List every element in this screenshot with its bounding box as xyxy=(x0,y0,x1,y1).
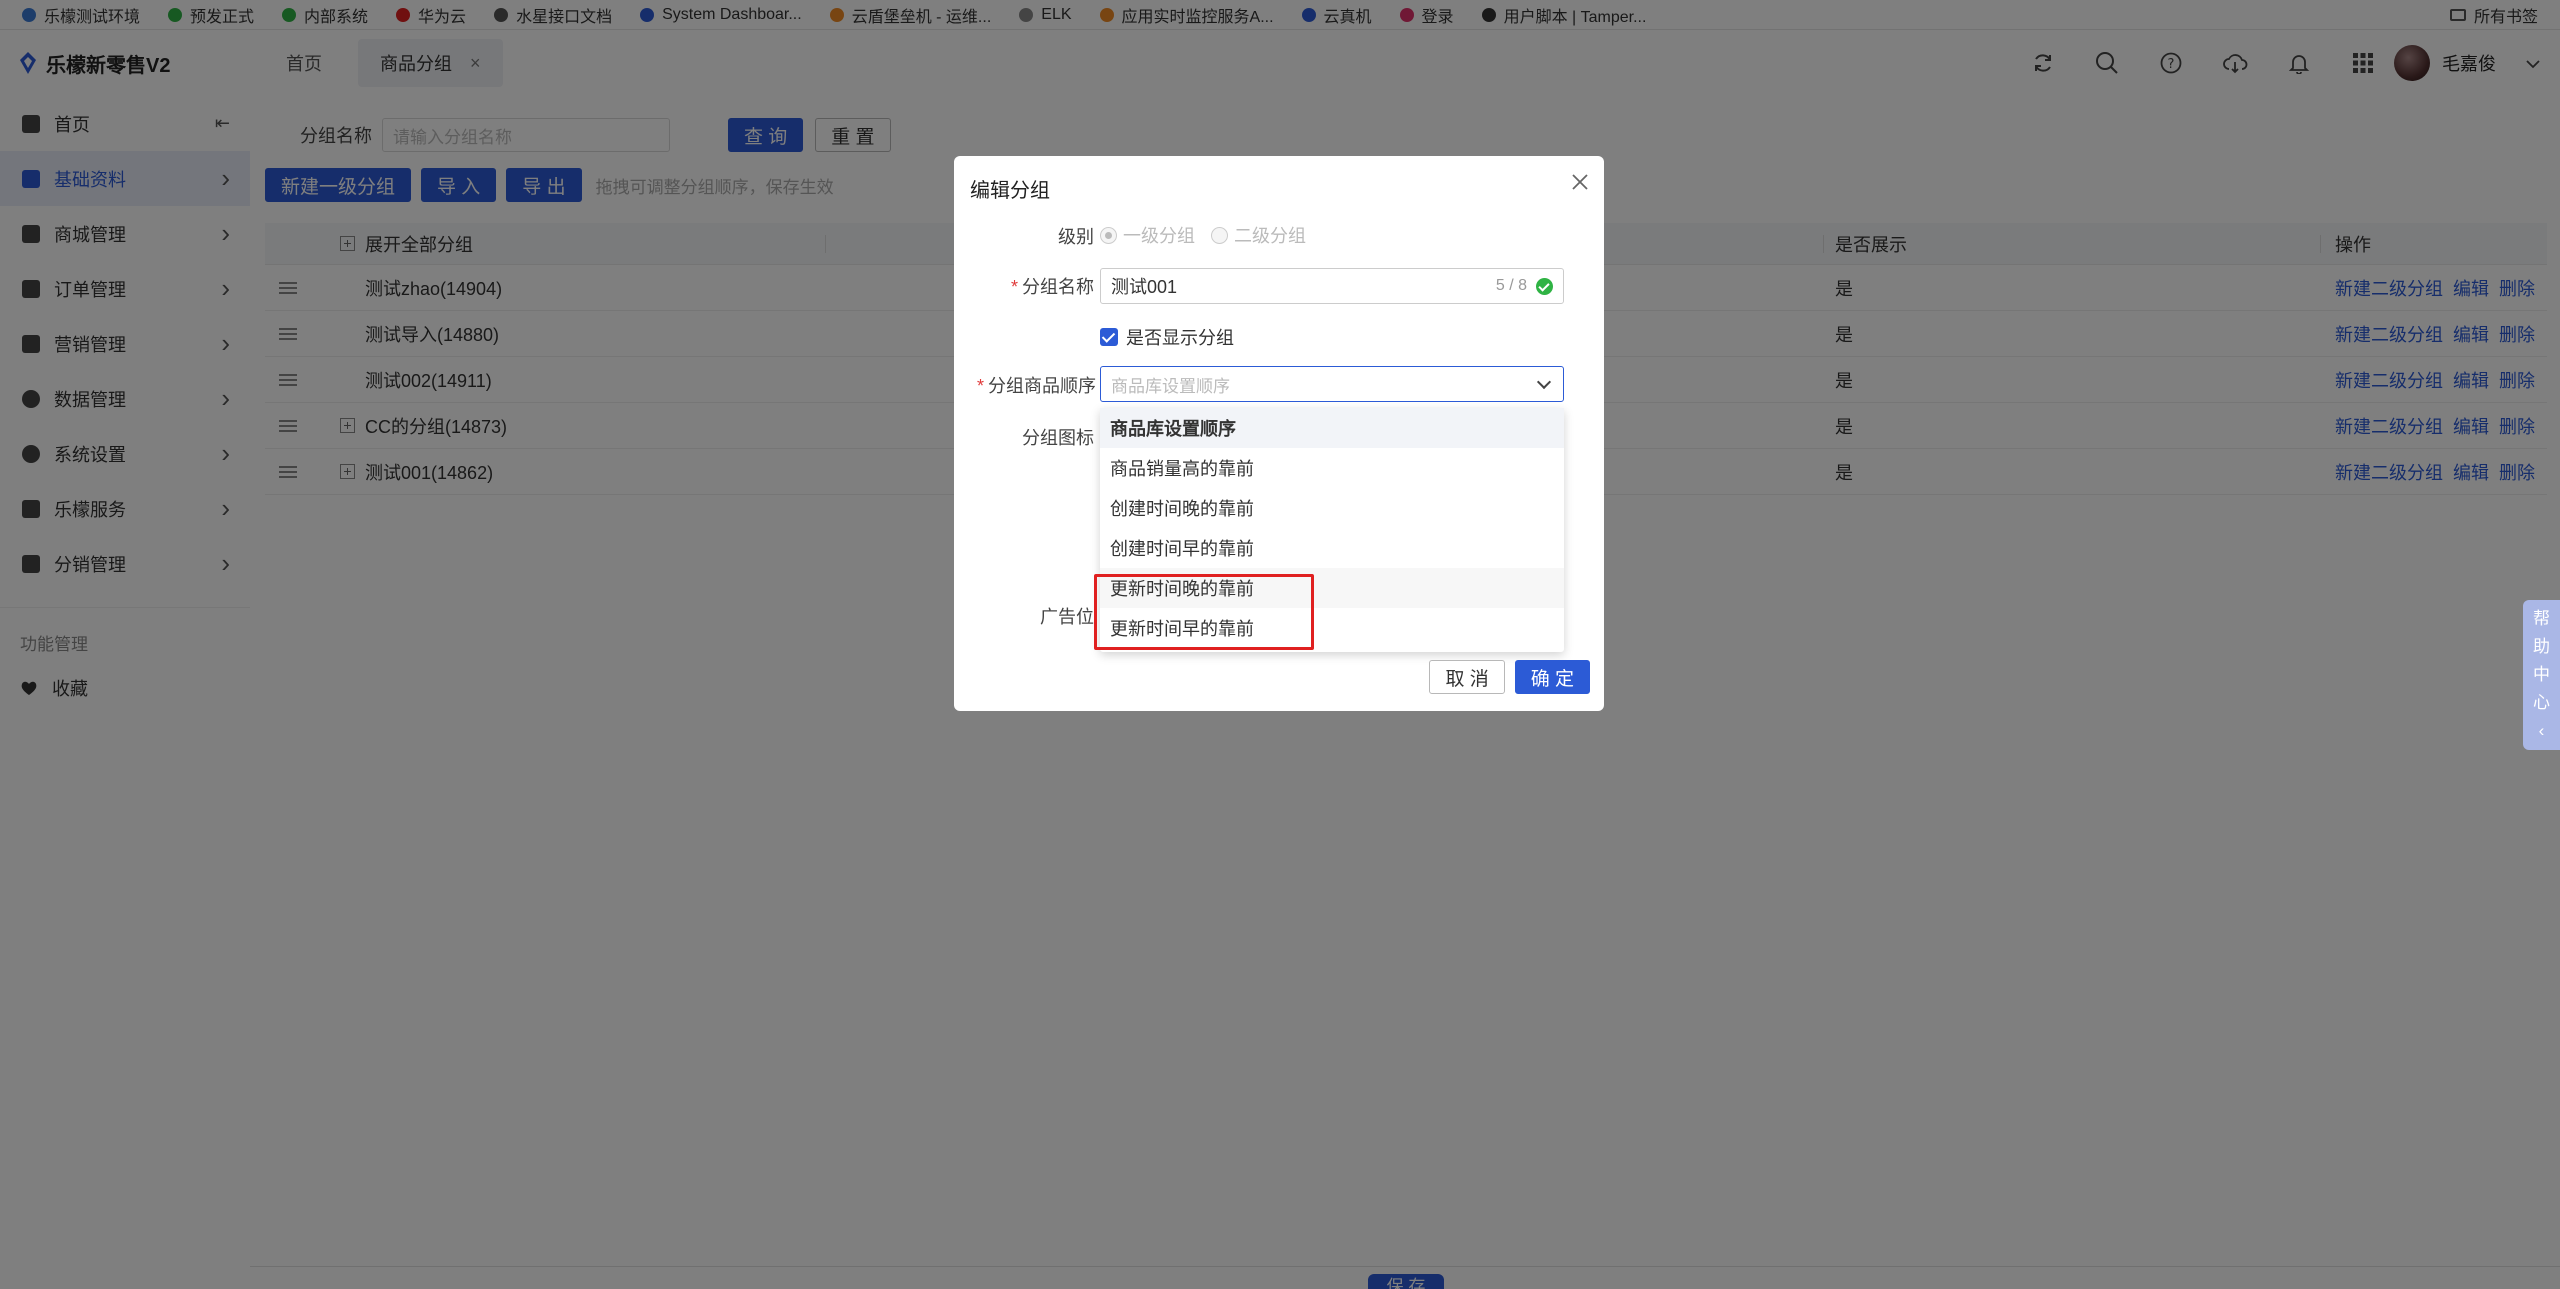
order-option[interactable]: 商品库设置顺序 xyxy=(1100,408,1564,448)
help-char: 助 xyxy=(2533,637,2550,656)
highlight-annotation xyxy=(1094,574,1314,650)
chevron-down-icon xyxy=(1536,374,1552,390)
help-center-tab[interactable]: 帮助中心 ‹ xyxy=(2523,600,2560,750)
checkbox-checked-icon xyxy=(1100,328,1118,346)
modal-title: 编辑分组 xyxy=(970,180,1050,202)
radio-level-1[interactable] xyxy=(1100,226,1117,244)
show-group-checkbox[interactable]: 是否显示分组 xyxy=(1100,324,1234,350)
level-label: 级别 xyxy=(1058,227,1094,247)
help-char: 心 xyxy=(2533,693,2550,712)
order-option[interactable]: 创建时间晚的靠前 xyxy=(1100,488,1564,528)
order-option[interactable]: 商品销量高的靠前 xyxy=(1100,448,1564,488)
help-char: 中 xyxy=(2533,665,2550,684)
name-label: * 分组名称 xyxy=(1010,277,1094,297)
check-circle-icon xyxy=(1536,277,1553,295)
ad-label: 广告位 xyxy=(1040,607,1094,627)
char-count: 5 / 8 xyxy=(1495,277,1527,294)
order-label: * 分组商品顺序 xyxy=(976,376,1096,396)
goods-order-select[interactable]: 商品库设置顺序 xyxy=(1100,366,1564,402)
help-char: 帮 xyxy=(2533,609,2550,628)
help-char: ‹ xyxy=(2538,721,2545,740)
group-name-input[interactable]: 测试001 5 / 8 xyxy=(1100,268,1564,304)
close-icon[interactable] xyxy=(1570,172,1590,192)
order-option[interactable]: 创建时间早的靠前 xyxy=(1100,528,1564,568)
modal-footer: 取 消 确 定 xyxy=(1419,660,1590,694)
cancel-button[interactable]: 取 消 xyxy=(1429,660,1505,694)
level-radio-group: 一级分组 二级分组 xyxy=(1100,222,1306,248)
icon-label: 分组图标 xyxy=(1022,428,1094,448)
confirm-button[interactable]: 确 定 xyxy=(1514,660,1590,694)
radio-level-2[interactable] xyxy=(1211,226,1228,244)
edit-group-modal: 编辑分组 级别 一级分组 二级分组 * 分组名称 测试001 5 / 8 是否显示… xyxy=(954,156,1604,711)
